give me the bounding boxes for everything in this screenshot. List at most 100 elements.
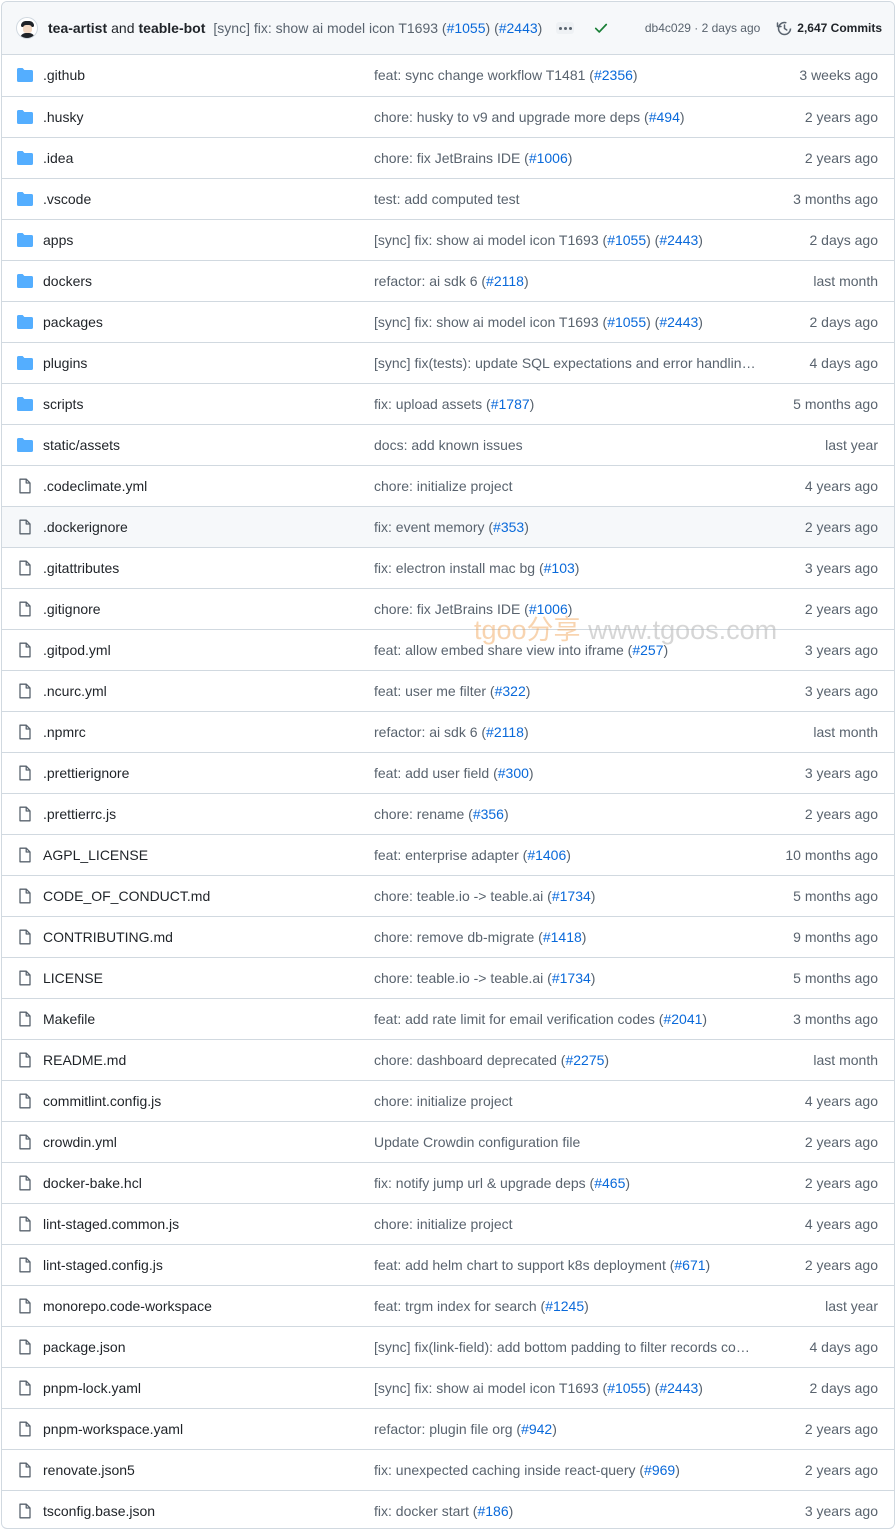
file-name-link[interactable]: .github [43, 67, 85, 83]
file-name-link[interactable]: .idea [43, 150, 73, 166]
commit-sha[interactable]: db4c029 · 2 days ago [645, 21, 760, 35]
file-row[interactable]: lint-staged.common.js chore: initialize p… [2, 1203, 894, 1244]
file-row[interactable]: .github feat: sync change workflow T1481 … [2, 55, 894, 96]
file-row[interactable]: plugins [sync] fix(tests): update SQL exp… [2, 342, 894, 383]
check-icon[interactable] [594, 20, 610, 36]
file-name-link[interactable]: .prettierrc.js [43, 806, 116, 822]
pr-link[interactable]: #465 [594, 1175, 625, 1191]
file-name-link[interactable]: plugins [43, 355, 87, 371]
commit-message-link[interactable]: feat: user me filter (#322) [374, 683, 759, 699]
pr-link[interactable]: #2443 [659, 1380, 698, 1396]
commit-message-link[interactable]: feat: add helm chart to support k8s depl… [374, 1257, 759, 1273]
commit-message-link[interactable]: fix: docker start (#186) [374, 1503, 759, 1519]
file-name-link[interactable]: .husky [43, 109, 83, 125]
commit-message-link[interactable]: chore: teable.io -> teable.ai (#1734) [374, 888, 759, 904]
file-row[interactable]: lint-staged.config.js feat: add helm char… [2, 1244, 894, 1285]
file-row[interactable]: docker-bake.hcl fix: notify jump url & up… [2, 1162, 894, 1203]
pr-link[interactable]: #186 [477, 1503, 508, 1519]
commit-message-link[interactable]: fix: unexpected caching inside react-que… [374, 1462, 759, 1478]
pr-link[interactable]: #2118 [486, 273, 524, 289]
file-row[interactable]: .vscode test: add computed test 3 months a… [2, 178, 894, 219]
commit-message-link[interactable]: feat: enterprise adapter (#1406) [374, 847, 759, 863]
file-row[interactable]: .gitattributes fix: electron install mac … [2, 547, 894, 588]
file-name-link[interactable]: .prettierignore [43, 765, 129, 781]
file-row[interactable]: static/assets docs: add known issues last … [2, 424, 894, 465]
file-row[interactable]: Makefile feat: add rate limit for email v… [2, 998, 894, 1039]
commit-message-link[interactable]: chore: rename (#356) [374, 806, 759, 822]
file-row[interactable]: .husky chore: husky to v9 and upgrade mor… [2, 96, 894, 137]
file-name-link[interactable]: README.md [43, 1052, 126, 1068]
file-row[interactable]: tsconfig.base.json fix: docker start (#18… [2, 1490, 894, 1528]
file-name-link[interactable]: AGPL_LICENSE [43, 847, 148, 863]
file-name-link[interactable]: pnpm-workspace.yaml [43, 1421, 183, 1437]
file-row[interactable]: apps [sync] fix: show ai model icon T1693… [2, 219, 894, 260]
author-link[interactable]: tea-artist [48, 20, 107, 36]
file-name-link[interactable]: lint-staged.config.js [43, 1257, 163, 1273]
commit-message-link[interactable]: Update Crowdin configuration file [374, 1134, 759, 1150]
file-row[interactable]: .prettierrc.js chore: rename (#356) 2 year… [2, 793, 894, 834]
file-row[interactable]: .idea chore: fix JetBrains IDE (#1006) 2 y… [2, 137, 894, 178]
file-name-link[interactable]: pnpm-lock.yaml [43, 1380, 141, 1396]
file-row[interactable]: .codeclimate.yml chore: initialize projec… [2, 465, 894, 506]
file-name-link[interactable]: package.json [43, 1339, 126, 1355]
file-name-link[interactable]: .gitattributes [43, 560, 119, 576]
pr-link[interactable]: #494 [649, 109, 680, 125]
commit-message-link[interactable]: refactor: ai sdk 6 (#2118) [374, 724, 759, 740]
file-row[interactable]: .npmrc refactor: ai sdk 6 (#2118) last mon… [2, 711, 894, 752]
pr-link[interactable]: #1734 [552, 888, 591, 904]
file-row[interactable]: CODE_OF_CONDUCT.md chore: teable.io -> te… [2, 875, 894, 916]
commits-link[interactable]: 2,647 Commits [776, 20, 882, 36]
commit-message-link[interactable]: feat: add user field (#300) [374, 765, 759, 781]
pr-link[interactable]: #353 [493, 519, 524, 535]
file-name-link[interactable]: .npmrc [43, 724, 86, 740]
file-row[interactable]: .dockerignore fix: event memory (#353) 2 y… [2, 506, 894, 547]
pr-link[interactable]: #103 [544, 560, 575, 576]
file-name-link[interactable]: Makefile [43, 1011, 95, 1027]
pr-link[interactable]: #1734 [552, 970, 591, 986]
file-name-link[interactable]: packages [43, 314, 103, 330]
commit-message-link[interactable]: chore: initialize project [374, 1093, 759, 1109]
file-row[interactable]: pnpm-lock.yaml [sync] fix: show ai model … [2, 1367, 894, 1408]
commit-message-link[interactable]: chore: fix JetBrains IDE (#1006) [374, 601, 759, 617]
file-row[interactable]: commitlint.config.js chore: initialize pr… [2, 1080, 894, 1121]
file-row[interactable]: crowdin.yml Update Crowdin configuration … [2, 1121, 894, 1162]
commit-message-link[interactable]: [sync] fix(link-field): add bottom paddi… [374, 1339, 759, 1355]
pr-link[interactable]: #1006 [529, 601, 568, 617]
commit-message-link[interactable]: feat: sync change workflow T1481 (#2356) [374, 67, 759, 83]
pr-link[interactable]: #2118 [486, 724, 524, 740]
file-name-link[interactable]: docker-bake.hcl [43, 1175, 142, 1191]
pr-link[interactable]: #2275 [565, 1052, 604, 1068]
file-row[interactable]: AGPL_LICENSE feat: enterprise adapter (#1… [2, 834, 894, 875]
pr-link[interactable]: #942 [521, 1421, 552, 1437]
commit-message-link[interactable]: chore: initialize project [374, 478, 759, 494]
file-row[interactable]: scripts fix: upload assets (#1787) 5 month… [2, 383, 894, 424]
file-name-link[interactable]: static/assets [43, 437, 120, 453]
pr-link[interactable]: #2356 [594, 67, 633, 83]
file-row[interactable]: .gitignore chore: fix JetBrains IDE (#100… [2, 588, 894, 629]
file-row[interactable]: monorepo.code-workspace feat: trgm index … [2, 1285, 894, 1326]
file-row[interactable]: packages [sync] fix: show ai model icon T… [2, 301, 894, 342]
file-name-link[interactable]: .ncurc.yml [43, 683, 107, 699]
commit-message-link[interactable]: fix: notify jump url & upgrade deps (#46… [374, 1175, 759, 1191]
file-row[interactable]: CONTRIBUTING.md chore: remove db-migrate … [2, 916, 894, 957]
pr-link[interactable]: #322 [495, 683, 526, 699]
pr-link[interactable]: #1787 [491, 396, 530, 412]
file-name-link[interactable]: .vscode [43, 191, 91, 207]
file-name-link[interactable]: CODE_OF_CONDUCT.md [43, 888, 210, 904]
pr-link[interactable]: #969 [644, 1462, 675, 1478]
pr-link[interactable]: #2443 [499, 20, 538, 36]
file-name-link[interactable]: apps [43, 232, 73, 248]
commit-message-link[interactable]: fix: upload assets (#1787) [374, 396, 759, 412]
pr-link[interactable]: #2041 [663, 1011, 702, 1027]
pr-link[interactable]: #1006 [529, 150, 568, 166]
latest-commit-message[interactable]: [sync] fix: show ai model icon T1693 (#1… [213, 20, 542, 36]
file-row[interactable]: README.md chore: dashboard deprecated (#2… [2, 1039, 894, 1080]
file-row[interactable]: package.json [sync] fix(link-field): add … [2, 1326, 894, 1367]
commit-message-link[interactable]: chore: fix JetBrains IDE (#1006) [374, 150, 759, 166]
commit-message-link[interactable]: feat: add rate limit for email verificat… [374, 1011, 759, 1027]
file-name-link[interactable]: .dockerignore [43, 519, 128, 535]
commit-message-link[interactable]: [sync] fix: show ai model icon T1693 (#1… [374, 1380, 759, 1396]
commit-message-link[interactable]: [sync] fix: show ai model icon T1693 (#1… [374, 232, 759, 248]
avatar[interactable] [16, 17, 38, 39]
file-row[interactable]: dockers refactor: ai sdk 6 (#2118) last mo… [2, 260, 894, 301]
